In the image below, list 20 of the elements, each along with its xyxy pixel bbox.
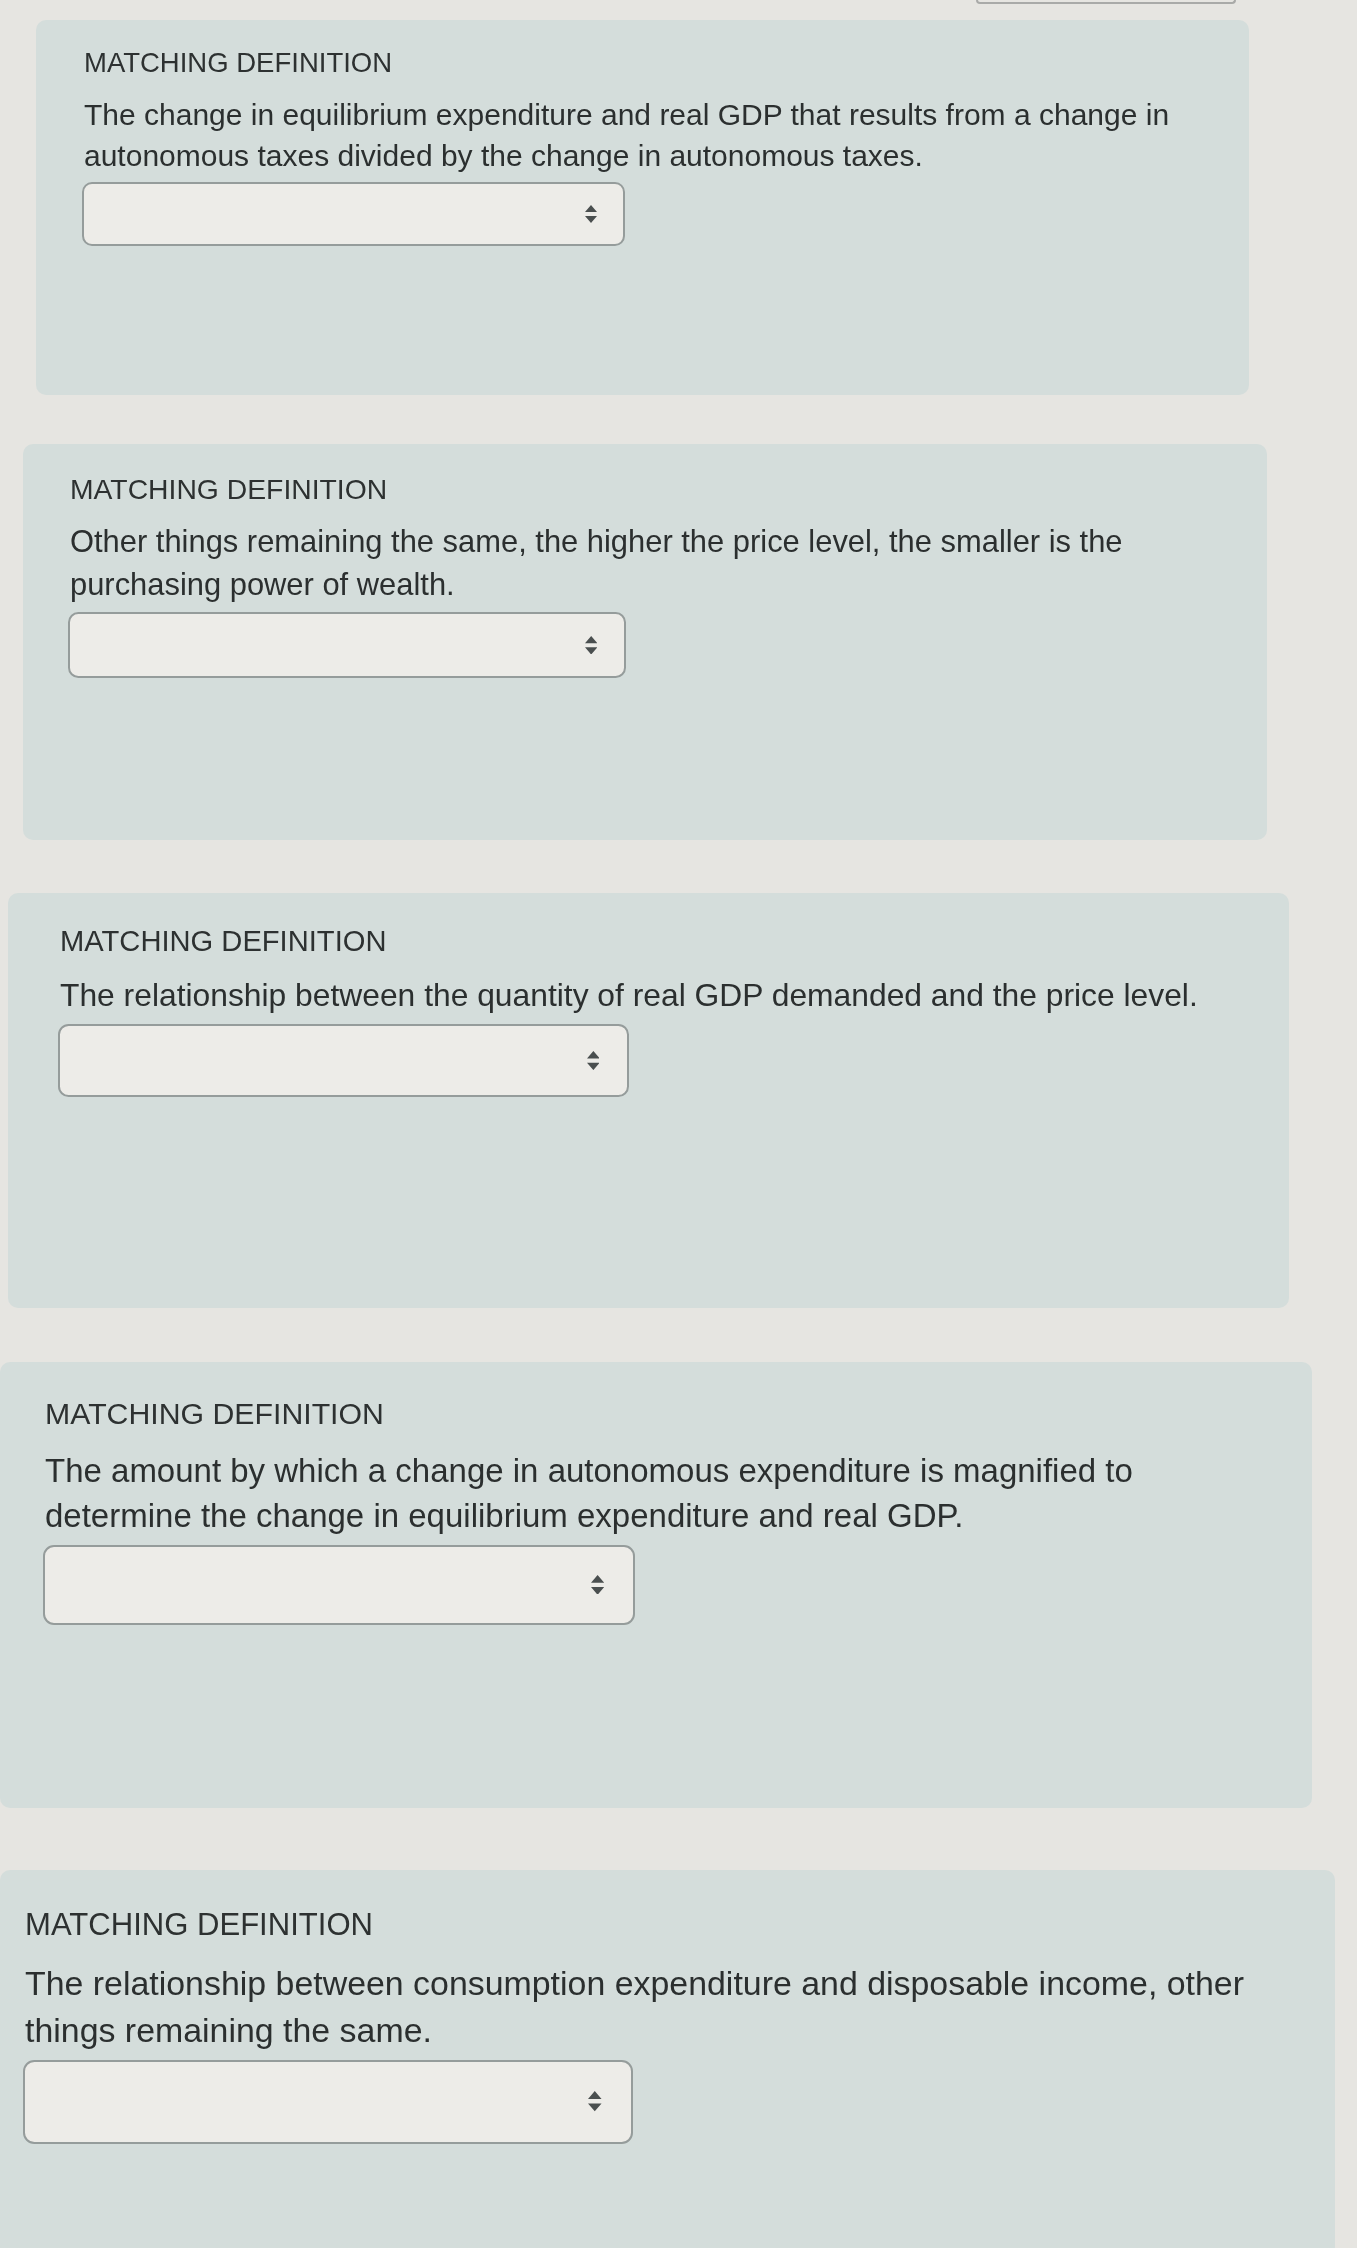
card-heading: MATCHING DEFINITION [25, 1906, 373, 1944]
answer-dropdown[interactable] [43, 1544, 635, 1625]
answer-dropdown[interactable] [68, 612, 626, 679]
definition-text: The change in equilibrium expenditure and real GDP that results from a change in autonomous taxes divided by the change in autonomous taxes. [84, 97, 1171, 174]
up-down-caret-icon [591, 1574, 605, 1595]
card-heading: MATCHING DEFINITION [60, 924, 387, 959]
answer-dropdown[interactable] [23, 2059, 633, 2144]
definition-text: The relationship between consumption expenditure and disposable income, other things remaining the same. [25, 1963, 1245, 2051]
answer-dropdown[interactable] [82, 182, 625, 246]
up-down-caret-icon [585, 205, 597, 223]
up-down-caret-icon [588, 2091, 602, 2112]
definition-text: Other things remaining the same, the higher the price level, the smaller is the purchasing power of wealth. [70, 523, 1124, 604]
card-heading: MATCHING DEFINITION [45, 1396, 384, 1432]
card-heading: MATCHING DEFINITION [84, 46, 393, 80]
answer-dropdown[interactable] [58, 1023, 629, 1097]
up-down-caret-icon [586, 1050, 600, 1070]
card-heading: MATCHING DEFINITION [70, 472, 388, 507]
up-down-caret-icon [584, 635, 598, 655]
definition-text: The amount by which a change in autonomous expenditure is magnified to determine the change in equilibrium expenditure and real GDP. [45, 1450, 1134, 1536]
definition-text: The relationship between the quantity of real GDP demanded and the price level. [60, 975, 1198, 1015]
